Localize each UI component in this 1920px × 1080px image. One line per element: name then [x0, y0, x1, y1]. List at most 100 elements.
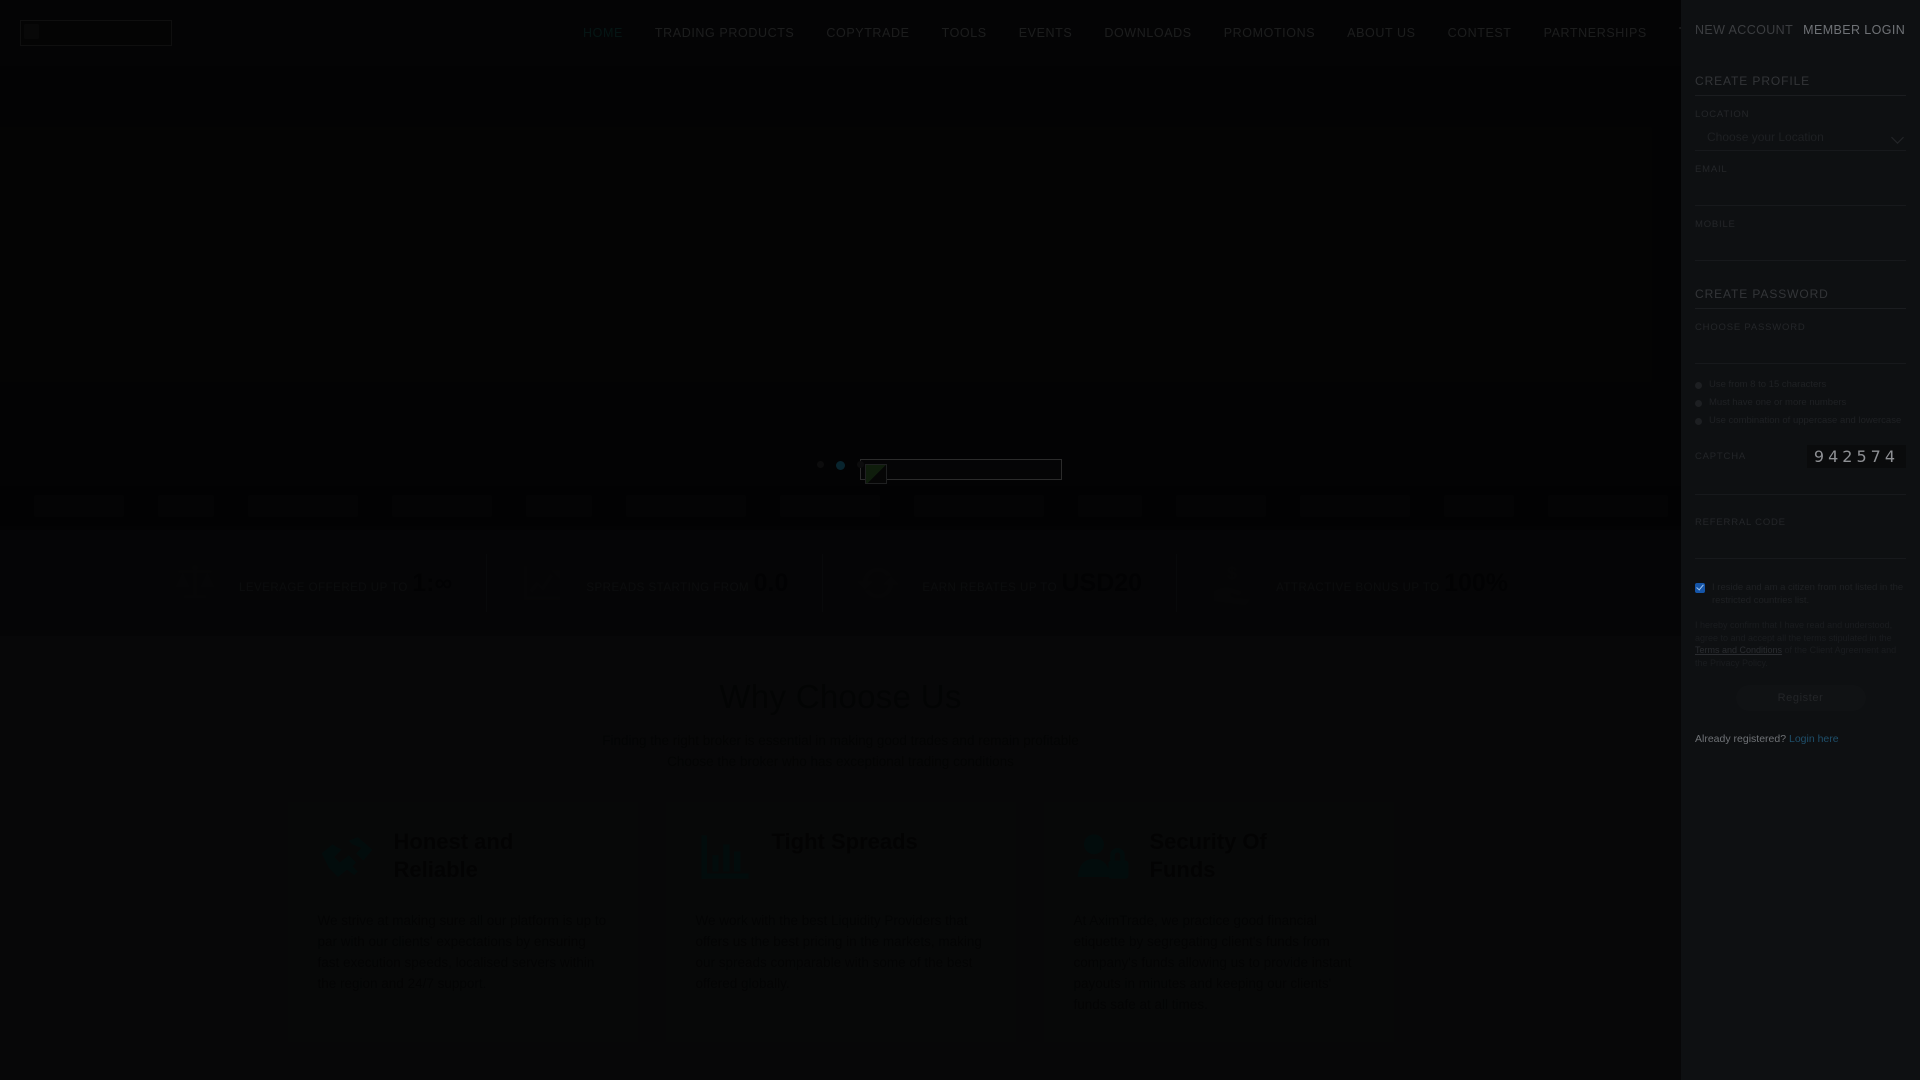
stat-spreads: SPREADS STARTING FROM 0.0 — [486, 550, 822, 616]
feature-cards: Honest and Reliable We strive at making … — [0, 802, 1681, 1042]
feature-card-honest-reliable: Honest and Reliable We strive at making … — [287, 802, 638, 1042]
nav-item-downloads[interactable]: DOWNLOADS — [1088, 26, 1207, 40]
stat-leverage: LEVERAGE OFFERED UP TO 1:∞ — [139, 550, 486, 616]
section-subtitle: Finding the right broker is essential in… — [0, 730, 1681, 772]
already-registered-row: Already registered? Login here — [1695, 733, 1906, 745]
legal-text-pre: I hereby confirm that I have read and un… — [1695, 620, 1893, 643]
tab-new-account[interactable]: NEW ACCOUNT — [1695, 23, 1793, 37]
mobile-label: MOBILE — [1695, 219, 1736, 230]
bullet-icon — [1695, 400, 1702, 407]
nav-item-events[interactable]: EVENTS — [1003, 26, 1089, 40]
ticker-item — [914, 495, 1044, 517]
field-referral-code: REFERRAL CODE — [1695, 517, 1906, 559]
nav-item-promotions[interactable]: PROMOTIONS — [1208, 26, 1331, 40]
location-label: LOCATION — [1695, 109, 1750, 120]
nav-item-contest[interactable]: CONTEST — [1432, 26, 1528, 40]
ticker-item — [1300, 495, 1410, 517]
nav-item-tools[interactable]: TOOLS — [926, 26, 1003, 40]
terms-residency-row: I reside and am a citizen from not liste… — [1695, 581, 1906, 607]
password-rule-text: Use combination of uppercase and lowerca… — [1709, 415, 1902, 426]
residency-checkbox[interactable] — [1695, 583, 1705, 593]
referral-label: REFERRAL CODE — [1695, 517, 1786, 528]
ticker-item — [158, 495, 214, 517]
stats-strip: LEVERAGE OFFERED UP TO 1:∞ SPREADS START… — [0, 530, 1681, 636]
card-body: We strive at making sure all our platfor… — [317, 913, 607, 991]
section-title: Why Choose Us — [719, 678, 962, 715]
mobile-input[interactable] — [1695, 234, 1906, 261]
registration-panel: NEW ACCOUNT MEMBER LOGIN CREATE PROFILE … — [1681, 0, 1920, 1080]
nav-item-copytrade[interactable]: COPYTRADE — [810, 26, 925, 40]
login-here-link[interactable]: Login here — [1789, 733, 1839, 745]
subtitle-line-1: Finding the right broker is essential in… — [602, 733, 1079, 748]
password-rule: Must have one or more numbers — [1695, 396, 1906, 409]
stat-value: 1:∞ — [412, 569, 453, 597]
captcha-input[interactable] — [1695, 472, 1906, 495]
field-location: LOCATION Choose your Location — [1695, 109, 1906, 151]
chevron-down-icon — [1891, 131, 1904, 144]
password-input[interactable] — [1695, 337, 1906, 364]
nav-item-trading-products[interactable]: TRADING PRODUCTS — [639, 26, 810, 40]
handshake-icon — [318, 828, 376, 886]
register-button[interactable]: Register — [1735, 685, 1866, 711]
subtitle-line-2: Choose the broker who has exceptional tr… — [667, 754, 1014, 769]
site-header: HOME TRADING PRODUCTS COPYTRADE TOOLS EV… — [0, 0, 1697, 66]
password-rule: Use combination of uppercase and lowerca… — [1695, 414, 1906, 427]
why-choose-us-section: Why Choose Us Finding the right broker i… — [0, 636, 1681, 1080]
user-lock-icon — [1074, 828, 1132, 886]
stat-bonus: $ ATTRACTIVE BONUS UP TO 100% — [1176, 550, 1542, 616]
referral-input[interactable] — [1695, 532, 1906, 559]
location-select[interactable]: Choose your Location — [1695, 124, 1906, 151]
password-rule-text: Use from 8 to 15 characters — [1709, 379, 1827, 390]
email-label: EMAIL — [1695, 164, 1728, 175]
main-navigation: HOME TRADING PRODUCTS COPYTRADE TOOLS EV… — [567, 26, 1697, 40]
stat-value: USD20 — [1061, 569, 1143, 597]
section-create-password: CREATE PASSWORD — [1695, 287, 1906, 309]
chart-line-icon — [520, 561, 564, 605]
carousel-dots — [0, 461, 1681, 470]
ticker-item — [248, 495, 358, 517]
stat-rebates: EARN REBATES UP TO USD20 — [822, 550, 1176, 616]
stat-caption: LEVERAGE OFFERED UP TO — [238, 582, 408, 594]
card-body: At AximTrade, we practice good financial… — [1073, 913, 1352, 1012]
stat-value: 100% — [1444, 569, 1509, 597]
field-mobile: MOBILE — [1695, 219, 1906, 261]
terms-and-conditions-link[interactable]: Terms and Conditions — [1695, 645, 1782, 655]
location-placeholder: Choose your Location — [1707, 130, 1824, 144]
refresh-icon — [856, 561, 900, 605]
already-registered-text: Already registered? — [1695, 733, 1787, 745]
captcha-label: CAPTCHA — [1695, 451, 1746, 462]
bar-chart-icon — [696, 828, 754, 886]
nav-item-about-us[interactable]: ABOUT US — [1331, 26, 1431, 40]
market-ticker — [0, 486, 1681, 526]
residency-text: I reside and am a citizen from not liste… — [1712, 582, 1904, 606]
ticker-item — [34, 495, 124, 517]
scales-icon — [173, 561, 217, 605]
card-title: Honest and Reliable — [393, 829, 514, 882]
ticker-item — [1176, 495, 1266, 517]
carousel-dot-1[interactable] — [817, 461, 824, 468]
stat-caption: ATTRACTIVE BONUS UP TO — [1276, 582, 1440, 594]
password-requirements: Use from 8 to 15 characters Must have on… — [1695, 378, 1906, 427]
section-create-profile: CREATE PROFILE — [1695, 74, 1906, 96]
panel-tabs: NEW ACCOUNT MEMBER LOGIN — [1695, 0, 1906, 60]
password-rule: Use from 8 to 15 characters — [1695, 378, 1906, 391]
field-password: CHOOSE PASSWORD — [1695, 322, 1906, 364]
ticker-item — [626, 495, 746, 517]
ticker-item — [780, 495, 880, 517]
ticker-item — [1078, 495, 1142, 517]
field-email: EMAIL — [1695, 164, 1906, 206]
captcha-row: CAPTCHA 942574 — [1695, 445, 1906, 468]
page-root: HOME TRADING PRODUCTS COPYTRADE TOOLS EV… — [0, 0, 1920, 1080]
card-body: We work with the best Liquidity Provider… — [695, 913, 982, 991]
site-logo[interactable] — [20, 20, 172, 46]
nav-item-partnerships[interactable]: PARTNERSHIPS — [1528, 26, 1663, 40]
nav-item-home[interactable]: HOME — [567, 26, 639, 40]
bullet-icon — [1695, 382, 1702, 389]
stat-value: 0.0 — [753, 569, 789, 597]
email-input[interactable] — [1695, 179, 1906, 206]
ticker-item — [392, 495, 492, 517]
carousel-dot-3[interactable] — [857, 461, 864, 468]
password-rule-text: Must have one or more numbers — [1709, 397, 1847, 408]
carousel-dot-2[interactable] — [836, 461, 845, 470]
tab-member-login[interactable]: MEMBER LOGIN — [1803, 23, 1905, 37]
